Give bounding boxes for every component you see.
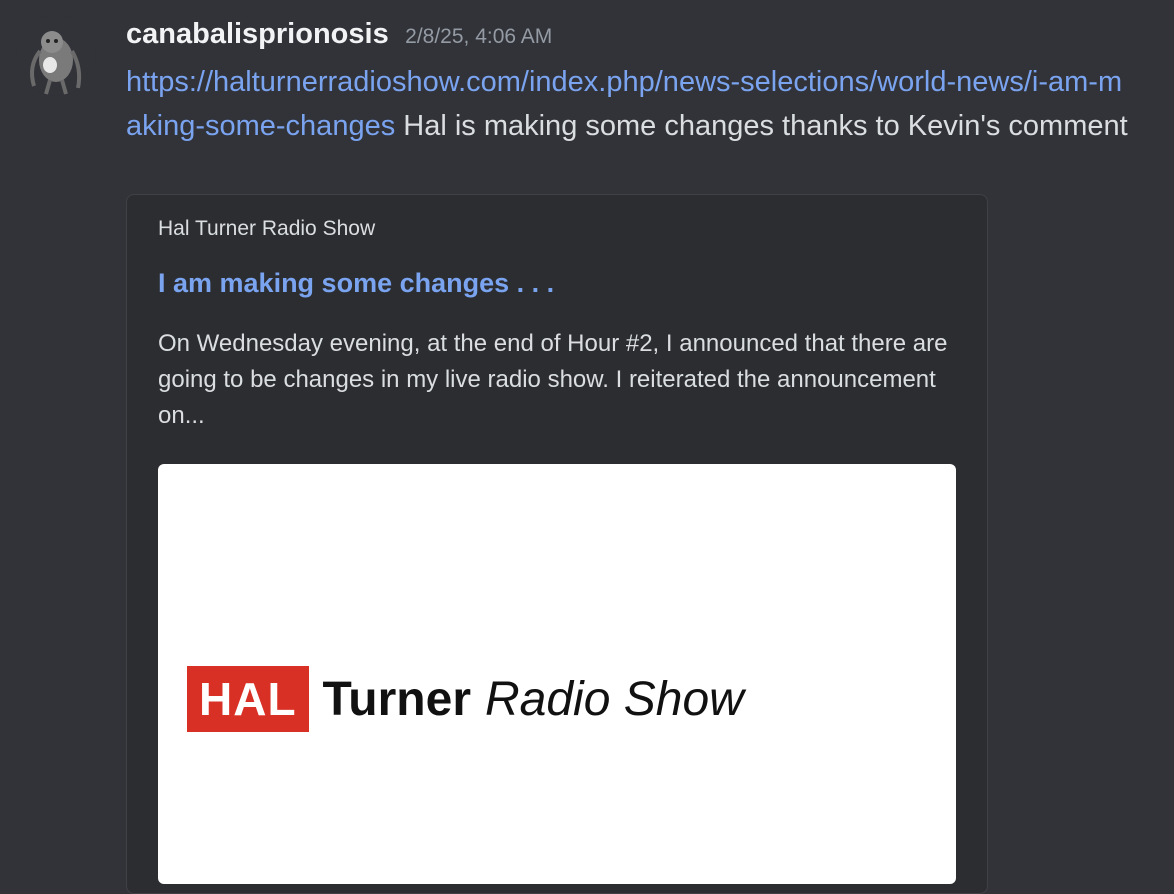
creature-avatar-icon bbox=[16, 16, 96, 96]
username[interactable]: canabalisprionosis bbox=[126, 18, 389, 50]
embed-title-link[interactable]: I am making some changes . . . bbox=[158, 268, 554, 299]
message-content: https://halturnerradioshow.com/index.php… bbox=[126, 60, 1136, 148]
logo-turner-text: Turner bbox=[322, 672, 471, 726]
logo-radio-show-text: Radio Show bbox=[485, 672, 744, 726]
embed-provider: Hal Turner Radio Show bbox=[158, 217, 376, 240]
avatar[interactable] bbox=[16, 16, 96, 96]
link-embed: Hal Turner Radio Show I am making some c… bbox=[126, 194, 988, 894]
message-text: Hal is making some changes thanks to Kev… bbox=[395, 110, 1128, 142]
message-header: canabalisprionosis 2/8/25, 4:06 AM bbox=[126, 18, 552, 51]
hal-turner-logo: HAL Turner Radio Show bbox=[187, 666, 744, 746]
logo-hal-box: HAL bbox=[187, 666, 309, 732]
embed-image[interactable]: HAL Turner Radio Show bbox=[158, 464, 956, 884]
message-timestamp[interactable]: 2/8/25, 4:06 AM bbox=[405, 25, 552, 48]
embed-description: On Wednesday evening, at the end of Hour… bbox=[158, 330, 948, 429]
